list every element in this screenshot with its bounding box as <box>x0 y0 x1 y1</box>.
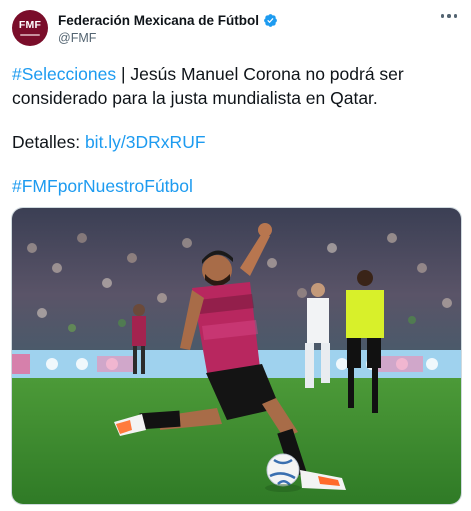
tweet-card[interactable]: FMF Federación Mexicana de Fútbol @FMF #… <box>0 0 471 511</box>
avatar[interactable]: FMF <box>12 10 48 46</box>
avatar-logo-underline <box>20 33 40 36</box>
hashtag-fmf[interactable]: #FMFporNuestroFútbol <box>12 176 193 196</box>
details-label: Detalles: <box>12 132 85 152</box>
name-row: Federación Mexicana de Fútbol <box>58 11 278 29</box>
handle[interactable]: @FMF <box>58 31 278 45</box>
hashtag-selecciones[interactable]: #Selecciones <box>12 64 116 84</box>
avatar-logo-text: FMF <box>18 19 42 32</box>
tweet-paragraph-1: #Selecciones | Jesús Manuel Corona no po… <box>12 62 462 110</box>
more-options-icon[interactable] <box>440 14 457 18</box>
tweet-paragraph-2: Detalles: bit.ly/3DRxRUF <box>12 130 462 154</box>
tweet-paragraph-3: #FMFporNuestroFútbol <box>12 174 462 198</box>
display-name[interactable]: Federación Mexicana de Fútbol <box>58 13 259 28</box>
tweet-header: Federación Mexicana de Fútbol @FMF <box>58 11 278 45</box>
tweet-photo[interactable] <box>11 207 462 505</box>
details-link[interactable]: bit.ly/3DRxRUF <box>85 132 206 152</box>
photo-football-player <box>12 208 461 504</box>
verified-badge-icon <box>263 13 278 28</box>
tweet-text: #Selecciones | Jesús Manuel Corona no po… <box>12 62 462 198</box>
